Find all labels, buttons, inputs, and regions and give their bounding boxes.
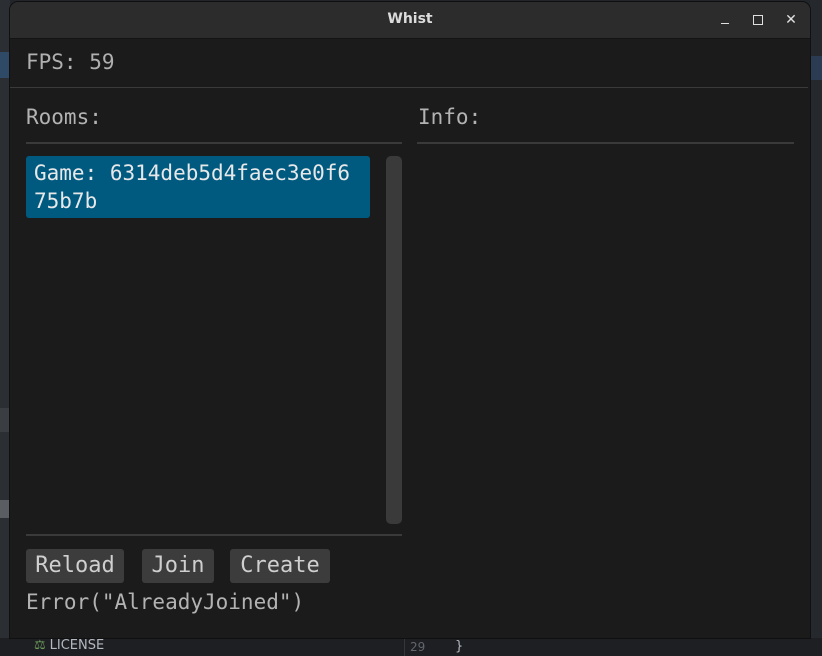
info-heading: Info: xyxy=(418,105,482,129)
background-file-label: LICENSE xyxy=(49,638,105,653)
room-list-scrollbar[interactable] xyxy=(386,156,402,524)
info-divider xyxy=(417,142,794,144)
reload-button[interactable]: Reload xyxy=(26,549,124,583)
background-line-number: 29 xyxy=(410,640,426,654)
background-right-panel xyxy=(810,0,822,656)
background-block xyxy=(0,408,10,432)
titlebar[interactable]: Whist ✕ xyxy=(10,2,810,39)
create-button[interactable]: Create xyxy=(230,549,330,583)
scales-icon: ⚖ xyxy=(34,638,46,653)
minimize-icon xyxy=(721,23,729,24)
background-bottom-strip: ⚖ LICENSE 29 } xyxy=(0,638,822,656)
background-highlight-block xyxy=(0,52,10,78)
background-divider xyxy=(404,638,405,656)
window-title: Whist xyxy=(387,11,433,27)
app-window: Whist ✕ FPS: 59 Rooms: Info: Game: 6314d… xyxy=(10,2,810,638)
error-message: Error("AlreadyJoined") xyxy=(26,590,305,614)
background-left-panel xyxy=(0,0,10,656)
main-content: Rooms: Info: Game: 6314deb5d4faec3e0f675… xyxy=(10,88,810,638)
background-block xyxy=(0,500,10,518)
fps-readout: FPS: 59 xyxy=(26,50,115,74)
rooms-heading: Rooms: xyxy=(26,105,102,129)
close-button[interactable]: ✕ xyxy=(780,9,802,31)
fps-label: FPS: xyxy=(26,50,77,74)
fps-value: 59 xyxy=(89,50,115,74)
room-list[interactable]: Game: 6314deb5d4faec3e0f675b7b xyxy=(26,156,370,524)
maximize-icon xyxy=(753,15,763,25)
status-bar: FPS: 59 xyxy=(10,39,808,88)
maximize-button[interactable] xyxy=(747,9,769,31)
actions-divider xyxy=(26,534,402,536)
rooms-divider xyxy=(26,142,402,144)
join-button[interactable]: Join xyxy=(142,549,214,583)
room-list-item[interactable]: Game: 6314deb5d4faec3e0f675b7b xyxy=(26,156,370,218)
close-icon: ✕ xyxy=(785,12,797,28)
background-highlight-block xyxy=(810,56,822,80)
background-file-item[interactable]: ⚖ LICENSE xyxy=(34,638,104,653)
background-code-fragment: } xyxy=(455,639,464,654)
minimize-button[interactable] xyxy=(714,9,736,31)
